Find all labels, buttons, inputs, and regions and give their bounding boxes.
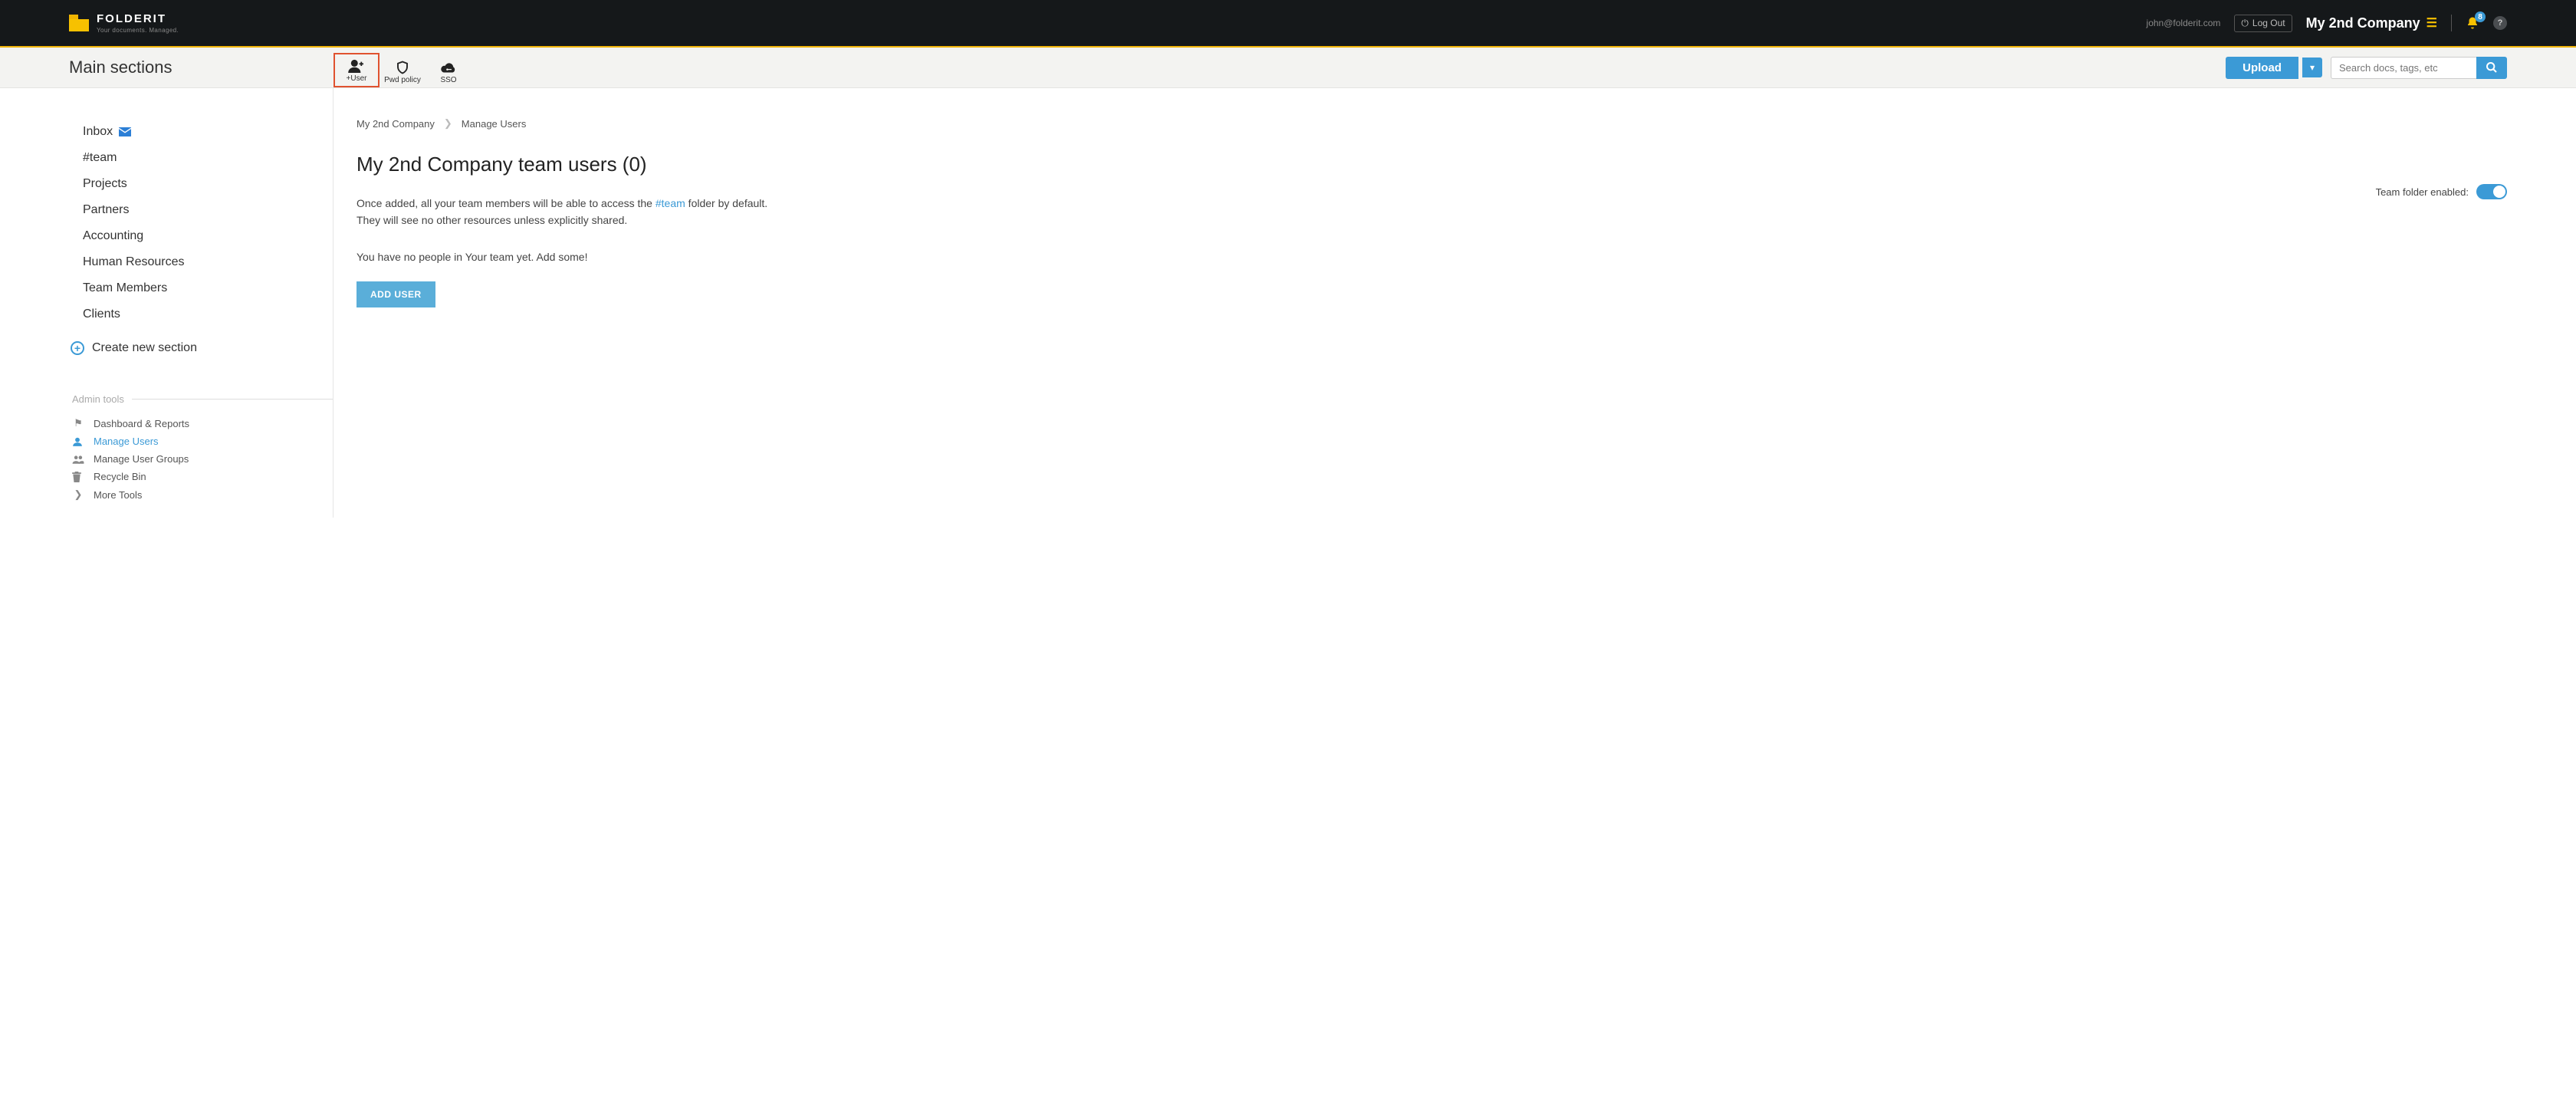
desc-text-b: folder by default. [685,197,767,209]
search-input[interactable] [2331,57,2476,79]
sidebar-item-label: Projects [83,177,127,191]
sidebar-item-label: Accounting [83,229,143,243]
chevron-right-icon: ❯ [72,488,84,501]
brand-text: FOLDERIT Your documents. Managed. [97,13,179,34]
add-user-icon [348,59,365,73]
tool-pwd-policy[interactable]: Pwd policy [380,56,426,87]
divider [2451,15,2452,31]
trash-icon [72,472,84,482]
team-folder-toggle-row: Team folder enabled: [2376,184,2507,199]
upload-dropdown[interactable]: ▾ [2302,58,2322,77]
notifications-badge: 8 [2475,12,2486,22]
admin-item-dashboard[interactable]: ⚑ Dashboard & Reports [69,414,333,432]
page-title: My 2nd Company team users (0) [356,153,2507,176]
plus-circle-icon: + [71,341,84,355]
sidebar-item-label: Team Members [83,281,167,295]
empty-state-message: You have no people in Your team yet. Add… [356,251,2507,263]
add-user-button[interactable]: ADD USER [356,281,435,307]
user-email: john@folderit.com [2147,18,2221,28]
admin-item-label: More Tools [94,489,142,501]
cloud-key-icon [440,62,457,74]
upload-button[interactable]: Upload [2226,57,2298,79]
breadcrumb-root[interactable]: My 2nd Company [356,118,435,130]
create-section-label: Create new section [92,341,197,355]
admin-tools-header: Admin tools [72,393,333,405]
notifications-button[interactable]: 8 [2466,16,2479,30]
actionbar-tools: +User Pwd policy SSO [334,48,472,87]
sidebar-item-clients[interactable]: Clients [69,301,333,327]
menu-icon: ☰ [2426,15,2437,31]
mail-icon [119,127,131,136]
tool-add-user[interactable]: +User [334,53,380,87]
actionbar-right: Upload ▾ [2226,48,2507,87]
brand-tagline: Your documents. Managed. [97,28,179,34]
actionbar-left: Main sections [69,48,334,87]
actionbar: Main sections +User Pwd policy SSO Uploa… [0,48,2576,88]
shield-icon [396,61,409,74]
admin-item-label: Dashboard & Reports [94,418,189,429]
sidebar-item-partners[interactable]: Partners [69,197,333,223]
sidebar-item-label: #team [83,151,117,165]
sidebar-item-label: Human Resources [83,255,185,269]
toggle-label: Team folder enabled: [2376,186,2469,198]
team-folder-toggle[interactable] [2476,184,2507,199]
help-button[interactable]: ? [2493,16,2507,30]
admin-item-manage-groups[interactable]: Manage User Groups [69,450,333,468]
tool-sso[interactable]: SSO [426,58,472,87]
sidebar-item-team-members[interactable]: Team Members [69,275,333,301]
company-name: My 2nd Company [2306,15,2420,31]
breadcrumb-current: Manage Users [462,118,527,130]
divider-line [132,399,333,400]
sidebar-item-accounting[interactable]: Accounting [69,223,333,249]
chevron-right-icon: ❯ [444,117,452,130]
team-folder-link[interactable]: #team [656,197,685,209]
admin-tools-label: Admin tools [72,393,124,405]
admin-item-recycle-bin[interactable]: Recycle Bin [69,468,333,485]
logout-label: Log Out [2252,18,2285,28]
search-wrap [2331,57,2507,79]
tool-pwd-policy-label: Pwd policy [384,76,421,84]
topbar-right: john@folderit.com ⏻ Log Out My 2nd Compa… [2147,15,2507,32]
brand[interactable]: FOLDERIT Your documents. Managed. [69,13,179,34]
tool-sso-label: SSO [440,76,456,84]
sidebar-item-label: Partners [83,203,129,217]
sidebar-item-label: Inbox [83,125,113,139]
admin-item-label: Recycle Bin [94,471,146,482]
main-content: My 2nd Company ❯ Manage Users My 2nd Com… [334,88,2507,518]
desc-text-a: Once added, all your team members will b… [356,197,656,209]
power-icon: ⏻ [2241,18,2249,29]
user-icon [72,436,84,447]
page-description: Once added, all your team members will b… [356,195,847,229]
search-icon [2486,61,2498,74]
tool-add-user-label: +User [347,74,367,83]
admin-item-manage-users[interactable]: Manage Users [69,432,333,450]
sidebar-item-inbox[interactable]: Inbox [69,119,333,145]
sidebar-item-team[interactable]: #team [69,145,333,171]
toggle-knob [2493,186,2505,198]
sidebar-item-label: Clients [83,307,120,321]
admin-item-label: Manage Users [94,436,159,447]
admin-item-label: Manage User Groups [94,453,189,465]
create-section-button[interactable]: + Create new section [69,327,333,355]
body: Inbox #team Projects Partners Accounting… [0,88,2576,518]
search-button[interactable] [2476,57,2507,79]
users-icon [72,454,84,465]
main-sections-title: Main sections [69,58,172,77]
folder-logo-icon [69,15,89,31]
topbar: FOLDERIT Your documents. Managed. john@f… [0,0,2576,48]
sidebar-item-projects[interactable]: Projects [69,171,333,197]
caret-down-icon: ▾ [2310,62,2315,73]
logout-button[interactable]: ⏻ Log Out [2234,15,2292,32]
flag-icon: ⚑ [72,417,84,429]
admin-item-more-tools[interactable]: ❯ More Tools [69,485,333,504]
sidebar: Inbox #team Projects Partners Accounting… [69,88,334,518]
desc-line2: They will see no other resources unless … [356,214,627,226]
breadcrumb: My 2nd Company ❯ Manage Users [356,117,2507,130]
company-switcher[interactable]: My 2nd Company ☰ [2306,15,2437,31]
sidebar-item-hr[interactable]: Human Resources [69,249,333,275]
brand-name: FOLDERIT [97,13,179,25]
